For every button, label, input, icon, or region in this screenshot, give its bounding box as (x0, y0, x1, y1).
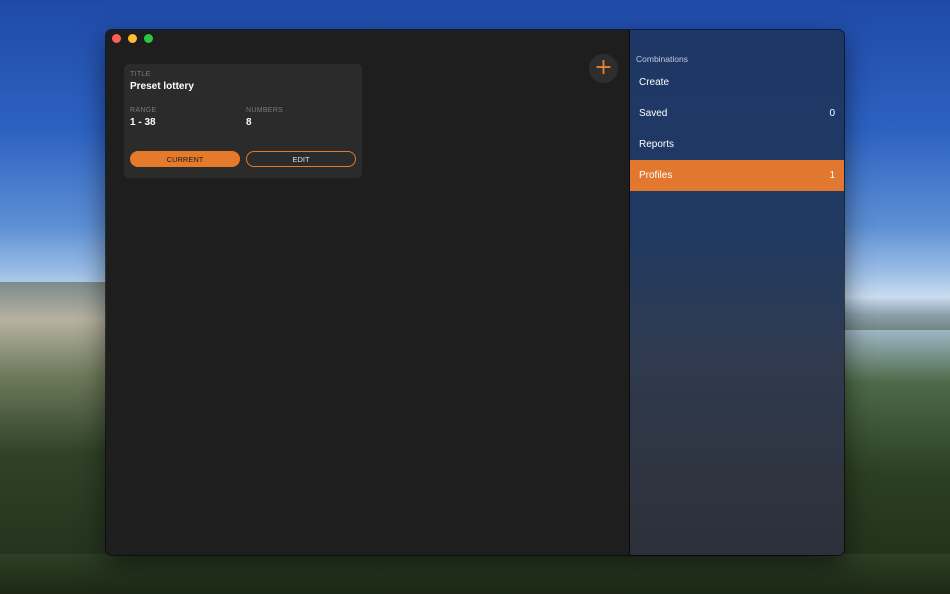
title-label: TITLE (130, 71, 151, 78)
sidebar-item-profiles[interactable]: Profiles 1 (630, 160, 844, 191)
current-button[interactable]: CURRENT (130, 151, 240, 167)
profile-card: TITLE Preset lottery RANGE 1 - 38 NUMBER… (124, 64, 362, 178)
plus-icon: + (594, 54, 613, 80)
desktop-wallpaper-left (0, 282, 120, 594)
sidebar-item-saved[interactable]: Saved 0 (630, 98, 844, 129)
sidebar-item-label: Saved (639, 108, 668, 119)
sidebar-item-label: Reports (639, 139, 675, 150)
sidebar-item-count: 1 (829, 170, 835, 181)
range-label: RANGE (130, 107, 157, 114)
edit-button[interactable]: EDIT (246, 151, 356, 167)
sidebar-item-count: 0 (829, 108, 835, 119)
app-window: + TITLE Preset lottery RANGE 1 - 38 NUMB… (106, 30, 844, 555)
numbers-label: NUMBERS (246, 107, 284, 114)
window-controls (112, 34, 153, 43)
sidebar-item-create[interactable]: Create (630, 67, 844, 98)
sidebar: Combinations Create Saved 0 Reports Prof… (630, 30, 844, 555)
sidebar-section-header: Combinations (636, 54, 688, 64)
range-value: 1 - 38 (130, 117, 156, 128)
numbers-value: 8 (246, 117, 252, 128)
desktop-wallpaper-bottom (0, 554, 950, 594)
title-value: Preset lottery (130, 81, 194, 92)
main-pane: + TITLE Preset lottery RANGE 1 - 38 NUMB… (106, 30, 630, 555)
zoom-window-button[interactable] (144, 34, 153, 43)
sidebar-item-reports[interactable]: Reports (630, 129, 844, 160)
add-profile-button[interactable]: + (589, 54, 618, 83)
close-window-button[interactable] (112, 34, 121, 43)
sidebar-item-label: Create (639, 77, 670, 88)
minimize-window-button[interactable] (128, 34, 137, 43)
sidebar-item-label: Profiles (639, 170, 673, 181)
